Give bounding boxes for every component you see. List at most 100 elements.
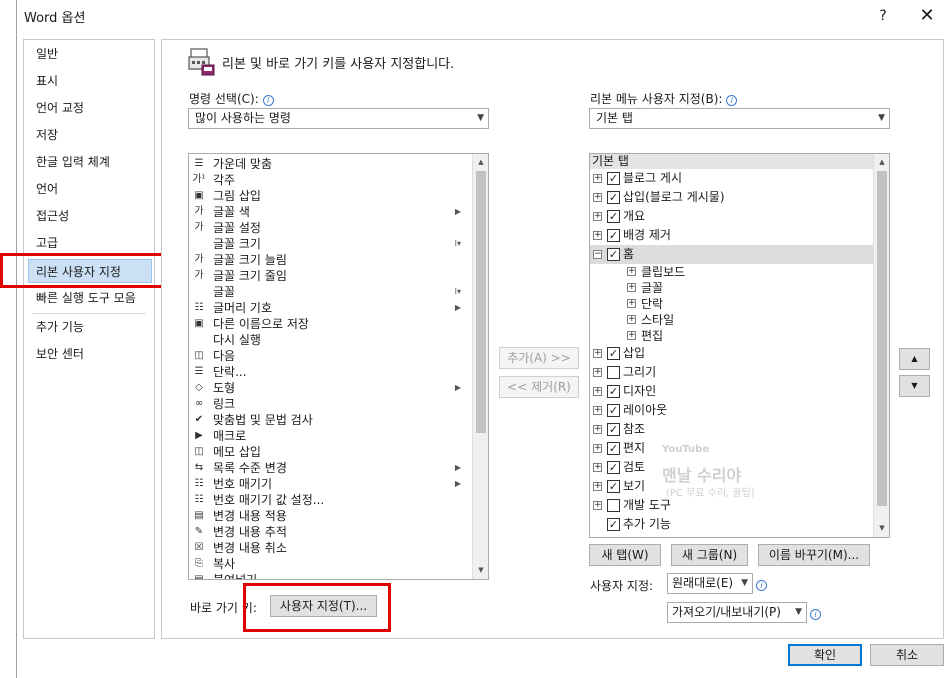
tree-group-item[interactable]: + 편집	[590, 328, 873, 344]
expand-icon[interactable]: +	[627, 267, 636, 276]
command-item[interactable]: ☷ 번호 매기기 ▶	[189, 476, 469, 492]
tab-checkbox[interactable]: ✓	[607, 210, 620, 223]
tab-checkbox[interactable]: ✓	[607, 191, 620, 204]
command-item[interactable]: ∞ 링크	[189, 396, 469, 412]
scroll-down-icon[interactable]: ▼	[474, 563, 488, 577]
tree-tab-item[interactable]: ✓ 추가 기능	[590, 515, 873, 534]
commands-list[interactable]: ☰ 가운데 맞춤 가¹ 각주 ▣ 그림 삽입 가 글꼴 색 ▶ 가 글꼴 설정 글꼴 크기 I▾ 가 글꼴 …	[188, 153, 489, 580]
nav-item-language[interactable]: 언어	[24, 177, 154, 201]
nav-item-general[interactable]: 일반	[24, 42, 154, 66]
tab-checkbox[interactable]: ✓	[607, 480, 620, 493]
tree-tab-item[interactable]: − ✓ 홈	[590, 245, 873, 264]
expand-icon[interactable]: +	[627, 315, 636, 324]
nav-item-accessibility[interactable]: 접근성	[24, 204, 154, 228]
command-item[interactable]: 글꼴 크기 I▾	[189, 236, 469, 252]
expand-icon[interactable]: +	[593, 368, 602, 377]
command-item[interactable]: ✔ 맞춤법 및 문법 검사	[189, 412, 469, 428]
tree-tab-item[interactable]: + ✓ 디자인	[590, 382, 873, 401]
command-item[interactable]: ▣ 다른 이름으로 저장	[189, 316, 469, 332]
tree-group-item[interactable]: + 글꼴	[590, 280, 873, 296]
remove-button[interactable]: << 제거(R)	[499, 376, 579, 398]
nav-item-addins[interactable]: 추가 기능	[24, 315, 154, 339]
tab-checkbox[interactable]: ✓	[607, 172, 620, 185]
command-item[interactable]: 가 글꼴 설정	[189, 220, 469, 236]
tree-tab-item[interactable]: + ✓ 삽입(블로그 게시물)	[590, 188, 873, 207]
move-up-button[interactable]: ▲	[899, 348, 930, 370]
scroll-up-icon[interactable]: ▲	[474, 155, 488, 169]
tree-tab-item[interactable]: + 그리기	[590, 363, 873, 382]
nav-item-trust-center[interactable]: 보안 센터	[24, 342, 154, 366]
expand-icon[interactable]: +	[593, 444, 602, 453]
command-item[interactable]: ⇆ 목록 수준 변경 ▶	[189, 460, 469, 476]
commands-dropdown[interactable]: 많이 사용하는 명령 ▼	[188, 108, 489, 129]
tab-checkbox[interactable]: ✓	[607, 442, 620, 455]
command-item[interactable]: ☷ 글머리 기호 ▶	[189, 300, 469, 316]
expand-icon[interactable]: +	[593, 193, 602, 202]
command-item[interactable]: 다시 실행	[189, 332, 469, 348]
expand-icon[interactable]: +	[593, 463, 602, 472]
ok-button[interactable]: 확인	[788, 644, 862, 666]
move-down-button[interactable]: ▼	[899, 375, 930, 397]
command-item[interactable]: ◇ 도형 ▶	[189, 380, 469, 396]
tree-tab-item[interactable]: + ✓ 삽입	[590, 344, 873, 363]
command-item[interactable]: ▤ 변경 내용 적용	[189, 508, 469, 524]
nav-item-save[interactable]: 저장	[24, 123, 154, 147]
expand-icon[interactable]: +	[593, 349, 602, 358]
import-export-dropdown[interactable]: 가져오기/내보내기(P) ▼	[667, 602, 807, 623]
tab-checkbox[interactable]: ✓	[607, 518, 620, 531]
nav-item-advanced[interactable]: 고급	[24, 231, 154, 255]
tree-group-item[interactable]: + 클립보드	[590, 264, 873, 280]
command-item[interactable]: 글꼴 I▾	[189, 284, 469, 300]
command-item[interactable]: ☰ 단락...	[189, 364, 469, 380]
tab-checkbox[interactable]: ✓	[607, 461, 620, 474]
expand-icon[interactable]: +	[627, 283, 636, 292]
nav-item-display[interactable]: 표시	[24, 69, 154, 93]
rename-button[interactable]: 이름 바꾸기(M)...	[758, 544, 870, 566]
command-item[interactable]: 가 글꼴 크기 늘림	[189, 252, 469, 268]
command-item[interactable]: ▶ 매크로	[189, 428, 469, 444]
command-item[interactable]: ✎ 변경 내용 추적	[189, 524, 469, 540]
commands-scrollbar[interactable]: ▲ ▼	[472, 154, 488, 579]
tree-tab-item[interactable]: + ✓ 레이아웃	[590, 401, 873, 420]
tree-tab-item[interactable]: + ✓ 블로그 게시	[590, 169, 873, 188]
help-button[interactable]: ?	[872, 5, 894, 27]
new-tab-button[interactable]: 새 탭(W)	[589, 544, 661, 566]
expand-icon[interactable]: +	[593, 231, 602, 240]
command-item[interactable]: ⎘ 복사	[189, 556, 469, 572]
cancel-button[interactable]: 취소	[870, 644, 944, 666]
expand-icon[interactable]: +	[593, 501, 602, 510]
tree-tab-item[interactable]: + ✓ 배경 제거	[590, 226, 873, 245]
nav-item-quick-access[interactable]: 빠른 실행 도구 모음	[24, 286, 154, 310]
collapse-icon[interactable]: −	[593, 250, 602, 259]
command-item[interactable]: 가 글꼴 색 ▶	[189, 204, 469, 220]
command-item[interactable]: ☷ 번호 매기기 값 설정...	[189, 492, 469, 508]
scroll-down-icon[interactable]: ▼	[875, 521, 889, 535]
scroll-up-icon[interactable]: ▲	[875, 155, 889, 169]
tab-checkbox[interactable]: ✓	[607, 347, 620, 360]
ribbon-dropdown[interactable]: 기본 탭 ▼	[589, 108, 890, 129]
tab-checkbox[interactable]	[607, 499, 620, 512]
tab-checkbox[interactable]	[607, 366, 620, 379]
close-button[interactable]: ✕	[914, 5, 940, 27]
command-item[interactable]: ☰ 가운데 맞춤	[189, 156, 469, 172]
scroll-thumb[interactable]	[476, 171, 486, 433]
expand-icon[interactable]: +	[593, 425, 602, 434]
scroll-thumb[interactable]	[877, 171, 887, 506]
expand-icon[interactable]: +	[627, 299, 636, 308]
reset-dropdown[interactable]: 원래대로(E) ▼	[667, 573, 753, 594]
ribbon-scrollbar[interactable]: ▲ ▼	[873, 154, 889, 537]
command-item[interactable]: ◫ 메모 삽입	[189, 444, 469, 460]
new-group-button[interactable]: 새 그룹(N)	[671, 544, 748, 566]
nav-item-proofing[interactable]: 언어 교정	[24, 96, 154, 120]
command-item[interactable]: ▤ 붙여넣기	[189, 572, 469, 579]
command-item[interactable]: 가 글꼴 크기 줄임	[189, 268, 469, 284]
expand-icon[interactable]: +	[593, 174, 602, 183]
expand-icon[interactable]: +	[627, 331, 636, 340]
tab-checkbox[interactable]: ✓	[607, 229, 620, 242]
command-item[interactable]: ◫ 다음	[189, 348, 469, 364]
tree-group-item[interactable]: + 스타일	[590, 312, 873, 328]
command-item[interactable]: ☒ 변경 내용 취소	[189, 540, 469, 556]
expand-icon[interactable]: +	[593, 212, 602, 221]
tab-checkbox[interactable]: ✓	[607, 423, 620, 436]
expand-icon[interactable]: +	[593, 406, 602, 415]
